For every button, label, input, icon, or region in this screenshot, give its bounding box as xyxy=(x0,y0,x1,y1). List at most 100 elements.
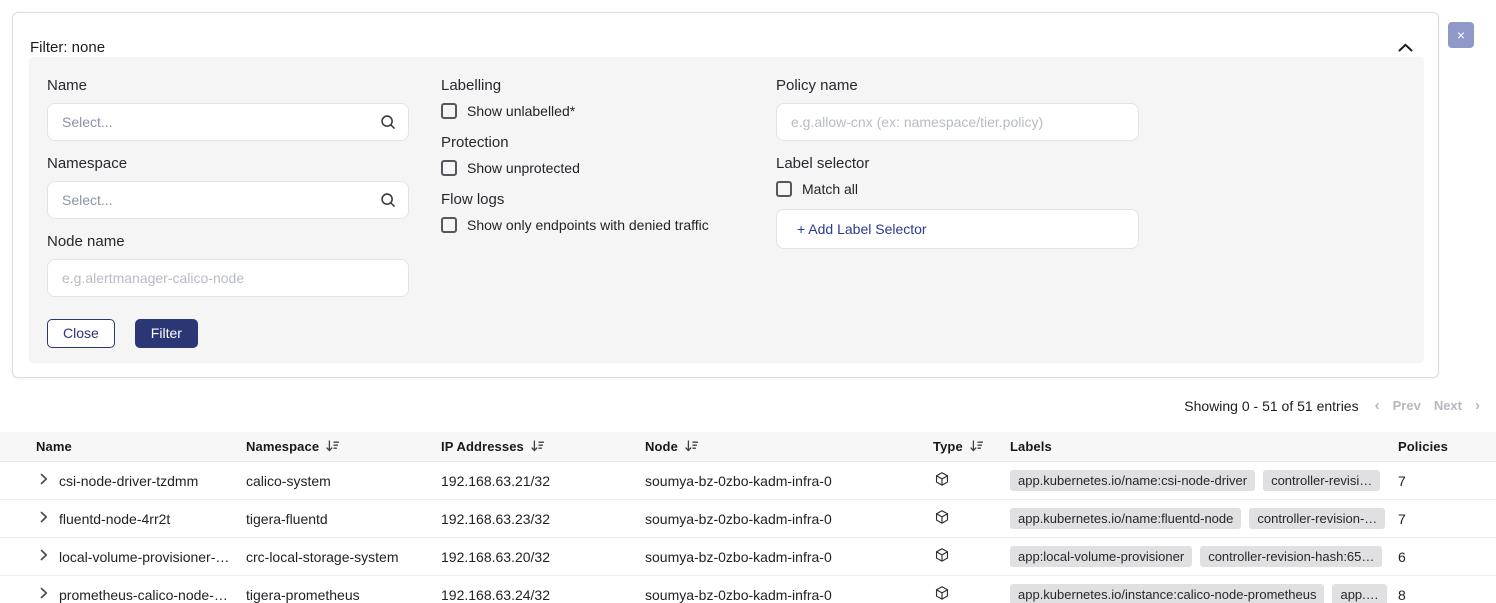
endpoints-table: Name Namespace IP Addresses Node Type La… xyxy=(0,432,1496,603)
endpoint-ip: 192.168.63.24/32 xyxy=(441,587,645,603)
filter-button[interactable]: Filter xyxy=(135,319,198,348)
expand-row-button[interactable] xyxy=(40,473,48,488)
labels-list: app.kubernetes.io/name:fluentd-node cont… xyxy=(1010,508,1398,529)
endpoint-node: soumya-bz-0zbo-kadm-infra-0 xyxy=(645,549,930,565)
endpoint-name: fluentd-node-4rr2t xyxy=(59,511,170,527)
column-header-labels: Labels xyxy=(1005,439,1398,454)
workload-endpoint-icon xyxy=(934,547,950,566)
policies-count: 8 xyxy=(1398,587,1496,603)
endpoint-ip: 192.168.63.20/32 xyxy=(441,549,645,565)
workload-endpoint-icon xyxy=(934,509,950,528)
filter-actions: Close Filter xyxy=(47,319,409,348)
column-header-namespace[interactable]: Namespace xyxy=(246,439,441,455)
label-chip: app:local-volume-provisioner xyxy=(1010,546,1192,567)
expand-row-button[interactable] xyxy=(40,511,48,526)
denied-traffic-checkbox[interactable] xyxy=(441,217,457,233)
denied-traffic-label: Show only endpoints with denied traffic xyxy=(467,217,709,233)
workload-endpoint-icon xyxy=(934,471,950,490)
prev-page-button[interactable]: Prev xyxy=(1393,398,1421,413)
endpoint-name: local-volume-provisioner-… xyxy=(59,549,229,565)
next-arrow-icon[interactable]: › xyxy=(1475,397,1480,414)
match-all-checkbox[interactable] xyxy=(776,181,792,197)
labels-list: app.kubernetes.io/name:csi-node-driver c… xyxy=(1010,470,1398,491)
filter-title: Filter: none xyxy=(30,39,105,56)
prev-arrow-icon[interactable]: ‹ xyxy=(1375,397,1380,414)
column-header-label: Name xyxy=(36,439,72,454)
filter-column-middle: Labelling Show unlabelled* Protection Sh… xyxy=(441,77,781,248)
column-header-type[interactable]: Type xyxy=(930,439,1005,455)
expand-row-button[interactable] xyxy=(40,587,48,602)
column-header-label: Type xyxy=(933,439,963,454)
endpoint-node: soumya-bz-0zbo-kadm-infra-0 xyxy=(645,587,930,603)
namespace-select xyxy=(47,181,409,219)
show-unprotected-checkbox[interactable] xyxy=(441,160,457,176)
close-button[interactable]: Close xyxy=(47,319,115,348)
sort-icon xyxy=(326,440,339,455)
label-chip: controller-revisi… xyxy=(1263,470,1380,491)
endpoint-name: prometheus-calico-node-… xyxy=(59,587,228,603)
table-header-row: Name Namespace IP Addresses Node Type La… xyxy=(0,432,1496,462)
column-header-label: Node xyxy=(645,439,678,454)
policy-name-field xyxy=(776,103,1139,141)
filter-card: Filter: none Name Namespace Node name xyxy=(12,12,1439,378)
match-all-row: Match all xyxy=(776,181,1139,197)
collapse-filter-button[interactable] xyxy=(1396,40,1414,54)
table-row: local-volume-provisioner-… crc-local-sto… xyxy=(0,538,1496,576)
column-header-label: Namespace xyxy=(246,439,319,454)
show-unlabelled-label: Show unlabelled* xyxy=(467,103,575,119)
endpoint-namespace: calico-system xyxy=(246,473,441,489)
policies-count: 7 xyxy=(1398,511,1496,527)
policies-count: 6 xyxy=(1398,549,1496,565)
endpoint-namespace: tigera-prometheus xyxy=(246,587,441,603)
table-row: prometheus-calico-node-… tigera-promethe… xyxy=(0,576,1496,603)
filter-panel: Name Namespace Node name Close Filt xyxy=(29,57,1424,363)
expand-row-button[interactable] xyxy=(40,549,48,564)
chevron-right-icon xyxy=(40,549,48,564)
column-header-label: IP Addresses xyxy=(441,439,524,454)
column-header-node[interactable]: Node xyxy=(645,439,930,455)
node-name-field-label: Node name xyxy=(47,233,409,250)
endpoint-ip: 192.168.63.23/32 xyxy=(441,511,645,527)
column-header-ip-addresses[interactable]: IP Addresses xyxy=(441,439,645,455)
filter-column-right: Policy name Label selector Match all + A… xyxy=(776,77,1139,249)
endpoint-namespace: tigera-fluentd xyxy=(246,511,441,527)
namespace-select-input[interactable] xyxy=(47,181,409,219)
filter-column-left: Name Namespace Node name Close Filt xyxy=(47,77,409,348)
match-all-label: Match all xyxy=(802,181,858,197)
protection-section-label: Protection xyxy=(441,134,781,151)
node-name-input[interactable] xyxy=(47,259,409,297)
policy-name-field-label: Policy name xyxy=(776,77,1139,94)
name-select-input[interactable] xyxy=(47,103,409,141)
label-chip: app.kubernetes.io/name:csi-node-driver xyxy=(1010,470,1255,491)
table-row: csi-node-driver-tzdmm calico-system 192.… xyxy=(0,462,1496,500)
pagination-summary: Showing 0 - 51 of 51 entries xyxy=(1184,398,1358,414)
policies-count: 7 xyxy=(1398,473,1496,489)
label-selector-section-label: Label selector xyxy=(776,155,1139,172)
label-chip: app.kubernetes.io/instance:calico-node-p… xyxy=(1010,584,1324,603)
sort-icon xyxy=(970,440,983,455)
column-header-label: Policies xyxy=(1398,439,1448,454)
endpoint-name: csi-node-driver-tzdmm xyxy=(59,473,198,489)
show-unprotected-label: Show unprotected xyxy=(467,160,580,176)
show-unlabelled-checkbox[interactable] xyxy=(441,103,457,119)
column-header-label: Labels xyxy=(1010,439,1052,454)
table-row: fluentd-node-4rr2t tigera-fluentd 192.16… xyxy=(0,500,1496,538)
add-label-selector-button[interactable]: + Add Label Selector xyxy=(776,209,1139,249)
labelling-section-label: Labelling xyxy=(441,77,781,94)
chevron-right-icon xyxy=(40,587,48,602)
show-unprotected-row: Show unprotected xyxy=(441,160,781,176)
labels-list: app:local-volume-provisioner controller-… xyxy=(1010,546,1398,567)
close-panel-button[interactable]: × xyxy=(1448,22,1474,48)
column-header-policies: Policies xyxy=(1398,439,1496,454)
policy-name-input[interactable] xyxy=(776,103,1139,141)
flow-logs-section-label: Flow logs xyxy=(441,191,781,208)
sort-icon xyxy=(531,440,544,455)
name-field-label: Name xyxy=(47,77,409,94)
label-chip: app.kubernetes.io/name:fluentd-node xyxy=(1010,508,1241,529)
name-select xyxy=(47,103,409,141)
namespace-field-label: Namespace xyxy=(47,155,409,172)
next-page-button[interactable]: Next xyxy=(1434,398,1462,413)
chevron-right-icon xyxy=(40,473,48,488)
chevron-up-icon xyxy=(1398,40,1413,55)
endpoint-node: soumya-bz-0zbo-kadm-infra-0 xyxy=(645,473,930,489)
